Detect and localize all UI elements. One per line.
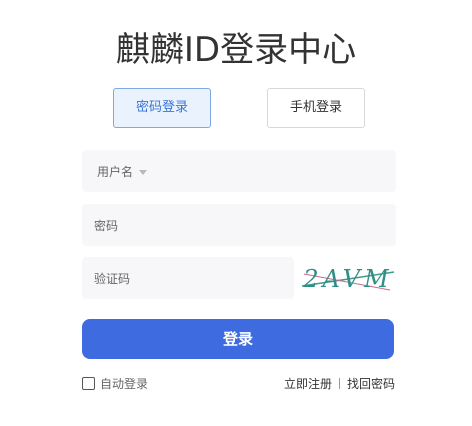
tab-password-login[interactable]: 密码登录	[113, 88, 211, 128]
captcha-field[interactable]: 验证码	[82, 257, 294, 299]
auto-login-label: 自动登录	[100, 377, 149, 391]
chevron-down-icon[interactable]	[139, 169, 148, 175]
captcha-text: 2AVM	[302, 265, 392, 293]
password-field[interactable]: 密码	[82, 204, 396, 246]
footer-links: 立即注册 找回密码	[284, 375, 395, 392]
register-link[interactable]: 立即注册	[284, 375, 332, 392]
forgot-password-link[interactable]: 找回密码	[347, 375, 395, 392]
page-title: 麒麟ID登录中心	[115, 30, 357, 70]
username-placeholder: 用户名	[97, 164, 134, 179]
auto-login-checkbox[interactable]	[82, 377, 95, 390]
link-divider	[338, 378, 340, 389]
captcha-image[interactable]: 2AVM	[298, 260, 398, 298]
auto-login-option[interactable]: 自动登录	[82, 375, 148, 392]
login-button[interactable]: 登录	[82, 319, 394, 359]
captcha-placeholder: 验证码	[94, 271, 131, 286]
username-field[interactable]: 用户名	[82, 150, 396, 192]
password-placeholder: 密码	[94, 218, 119, 233]
tab-phone-login[interactable]: 手机登录	[267, 88, 365, 128]
